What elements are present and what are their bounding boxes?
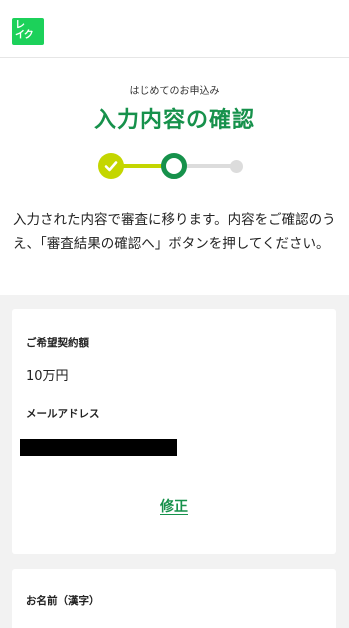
contract-amount-label: ご希望契約額 <box>26 337 89 349</box>
step-completed <box>98 153 124 179</box>
logo-line-2: イク <box>15 30 34 41</box>
summary-card: ご希望契約額 10万円 メールアドレス 修正 <box>12 309 336 554</box>
confirmation-area: ご希望契約額 10万円 メールアドレス 修正 お名前（漢字） <box>0 295 349 628</box>
intro-section: はじめてのお申込み 入力内容の確認 入力された内容で審査に移ります。内容をご確認… <box>0 58 349 295</box>
app-header: レ イク <box>0 0 349 58</box>
progress-stepper <box>96 152 248 180</box>
checkmark-icon <box>104 161 118 172</box>
step-upcoming <box>230 160 243 173</box>
step-current <box>161 153 187 179</box>
page-subtitle: はじめてのお申込み <box>129 86 220 97</box>
lake-logo[interactable]: レ イク <box>12 18 44 45</box>
page-title: 入力内容の確認 <box>93 108 255 133</box>
stepper-line-pending <box>186 164 236 168</box>
instruction-text: 入力された内容で審査に移ります。内容をご確認のうえ、「審査結果の確認へ」ボタンを… <box>13 212 336 252</box>
name-card: お名前（漢字） <box>12 569 336 628</box>
contract-amount-value: 10万円 <box>26 369 69 384</box>
email-label: メールアドレス <box>26 408 100 420</box>
email-value-redacted <box>20 439 177 456</box>
edit-link[interactable]: 修正 <box>12 496 336 516</box>
name-kanji-label: お名前（漢字） <box>26 595 100 607</box>
